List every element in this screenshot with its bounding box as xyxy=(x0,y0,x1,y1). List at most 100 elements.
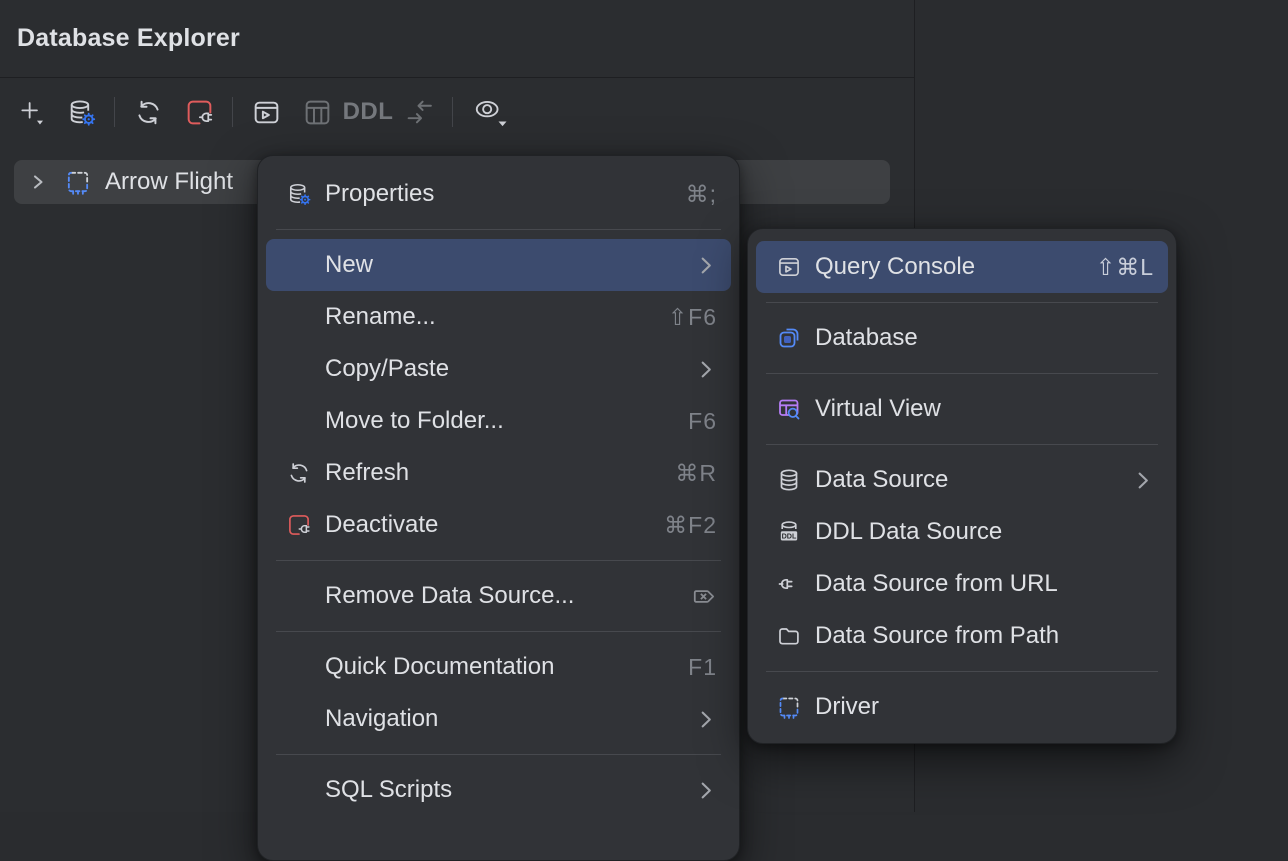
menu-item-database[interactable]: Database xyxy=(756,312,1168,364)
menu-item-quick-documentation[interactable]: Quick Documentation F1 xyxy=(266,641,731,693)
compare-arrows-icon xyxy=(404,97,435,128)
menu-item-ddl-data-source[interactable]: DDL DDL Data Source xyxy=(756,506,1168,558)
menu-item-label: DDL Data Source xyxy=(815,518,1002,546)
menu-separator xyxy=(766,444,1158,445)
eye-icon xyxy=(470,95,510,129)
menu-item-icon-slot xyxy=(286,777,312,803)
delete-icon xyxy=(690,583,717,610)
app-root: { "panel": { "title": "Database Explorer… xyxy=(0,0,1288,812)
menu-separator xyxy=(276,754,721,755)
menu-item-label: Data Source from Path xyxy=(815,622,1059,650)
menu-item-icon-slot xyxy=(286,304,312,330)
toolbar-separator xyxy=(114,97,115,127)
deactivate-icon xyxy=(286,512,312,538)
plug-icon xyxy=(776,571,802,597)
view-options-button[interactable] xyxy=(468,94,512,130)
data-source-icon xyxy=(776,467,802,493)
toolbar-label-generate-ddl: DDL xyxy=(343,98,394,126)
toolbar-separator xyxy=(232,97,233,127)
jump-to-query-console-button[interactable] xyxy=(248,94,284,130)
menu-item-virtual-view[interactable]: Virtual View xyxy=(756,383,1168,435)
menu-item-label: Data Source from URL xyxy=(815,570,1058,598)
query-console-icon xyxy=(776,254,802,280)
menu-item-label: Remove Data Source... xyxy=(325,582,574,610)
table-icon xyxy=(302,97,333,128)
driver-icon xyxy=(776,694,802,720)
menu-separator xyxy=(276,560,721,561)
menu-item-label: Data Source xyxy=(815,466,948,494)
data-source-properties-button[interactable] xyxy=(63,94,99,130)
menu-item-deactivate[interactable]: Deactivate ⌘F2 xyxy=(266,499,731,551)
menu-item-label: Database xyxy=(815,324,918,352)
menu-item-label: Deactivate xyxy=(325,511,438,539)
deactivate-icon xyxy=(184,97,215,128)
driver-icon xyxy=(64,168,92,196)
menu-item-sql-scripts[interactable]: SQL Scripts xyxy=(266,764,731,816)
open-table-button xyxy=(299,94,335,130)
menu-item-icon-slot xyxy=(286,706,312,732)
menu-item-label: Navigation xyxy=(325,705,438,733)
submenu-arrow-icon xyxy=(1137,471,1149,490)
menu-item-label: Query Console xyxy=(815,253,975,281)
compare-button xyxy=(401,94,437,130)
submenu-arrow-icon xyxy=(700,360,712,379)
menu-separator xyxy=(766,671,1158,672)
menu-item-driver[interactable]: Driver xyxy=(756,681,1168,733)
menu-item-icon-slot xyxy=(286,654,312,680)
menu-item-label: Refresh xyxy=(325,459,409,487)
menu-item-label: Virtual View xyxy=(815,395,941,423)
menu-item-data-source[interactable]: Data Source xyxy=(756,454,1168,506)
menu-item-rename[interactable]: Rename...⇧F6 xyxy=(266,291,731,343)
menu-shortcut: ⇧⌘L xyxy=(1096,254,1154,281)
database-settings-icon xyxy=(286,181,312,207)
menu-shortcut: ⇧F6 xyxy=(668,304,717,331)
menu-item-data-source-from-path[interactable]: Data Source from Path xyxy=(756,610,1168,662)
refresh-icon xyxy=(286,460,312,486)
generate-ddl-button: DDL xyxy=(350,94,386,130)
new-submenu: Query Console ⇧⌘L Database Virtual View Data… xyxy=(747,228,1177,744)
menu-item-remove-data-source[interactable]: Remove Data Source... xyxy=(266,570,731,622)
menu-item-move-to-folder[interactable]: Move to Folder... F6 xyxy=(266,395,731,447)
menu-item-refresh[interactable]: Refresh ⌘R xyxy=(266,447,731,499)
menu-item-icon-slot xyxy=(286,408,312,434)
submenu-arrow-icon xyxy=(700,710,712,729)
menu-item-icon-slot xyxy=(286,583,312,609)
database-icon xyxy=(776,325,802,351)
menu-item-data-source-from-url[interactable]: Data Source from URL xyxy=(756,558,1168,610)
folder-icon xyxy=(776,623,802,649)
deactivate-button[interactable] xyxy=(181,94,217,130)
menu-item-label: SQL Scripts xyxy=(325,776,452,804)
menu-item-label: Quick Documentation xyxy=(325,653,554,681)
tool-window-title: Database Explorer xyxy=(17,24,240,53)
menu-item-navigation[interactable]: Navigation xyxy=(266,693,731,745)
menu-item-label: Copy/Paste xyxy=(325,355,449,383)
tool-window-header: Database Explorer xyxy=(0,0,915,78)
database-settings-icon xyxy=(66,97,97,128)
menu-item-label: Driver xyxy=(815,693,879,721)
context-menu: Properties ⌘; NewRename...⇧F6 Copy/Paste Mov… xyxy=(257,155,740,861)
menu-shortcut: ⌘R xyxy=(675,460,717,487)
menu-shortcut: ⌘F2 xyxy=(664,512,717,539)
menu-separator xyxy=(766,302,1158,303)
menu-separator xyxy=(766,373,1158,374)
submenu-arrow-icon xyxy=(700,781,712,800)
menu-item-label: Move to Folder... xyxy=(325,407,504,435)
menu-item-icon-slot xyxy=(286,356,312,382)
menu-item-copy-paste[interactable]: Copy/Paste xyxy=(266,343,731,395)
refresh-icon xyxy=(133,97,164,128)
menu-item-properties[interactable]: Properties ⌘; xyxy=(266,168,731,220)
menu-shortcut: ⌘; xyxy=(686,181,717,208)
svg-text:DDL: DDL xyxy=(782,532,797,541)
menu-separator xyxy=(276,229,721,230)
menu-item-query-console[interactable]: Query Console ⇧⌘L xyxy=(756,241,1168,293)
expand-chevron-icon[interactable] xyxy=(28,172,48,192)
submenu-arrow-icon xyxy=(700,256,712,275)
menu-item-label: Properties xyxy=(325,180,434,208)
menu-shortcut: F1 xyxy=(688,654,717,681)
menu-item-new[interactable]: New xyxy=(266,239,731,291)
plus-icon xyxy=(15,97,46,128)
add-data-source-button[interactable] xyxy=(12,94,48,130)
refresh-button[interactable] xyxy=(130,94,166,130)
menu-shortcut: F6 xyxy=(688,408,717,435)
menu-separator xyxy=(276,631,721,632)
